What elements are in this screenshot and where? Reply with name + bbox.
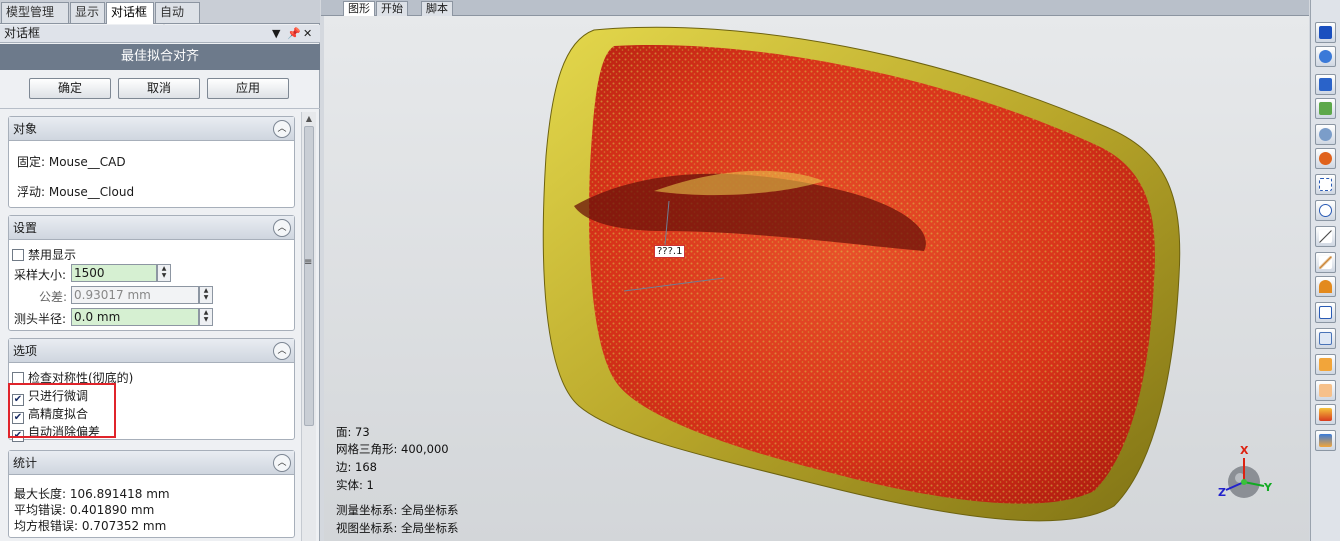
group-stats: 统计 ︿ 最大长度: 106.891418 mm 平均错误: 0.401890 … [8, 450, 295, 538]
arrow-icon[interactable] [1315, 354, 1336, 375]
mouse-model-render[interactable] [324, 16, 1309, 541]
scroll-thumb[interactable] [304, 126, 314, 426]
edges-count: 边: 168 [336, 460, 377, 474]
measure-icon[interactable] [1315, 226, 1336, 247]
divider [0, 108, 320, 109]
rotate-icon[interactable] [1315, 46, 1336, 67]
group-stats-title: 统计 [13, 456, 38, 470]
ok-button[interactable]: 确定 [29, 78, 111, 99]
pan-icon[interactable] [1315, 98, 1336, 119]
zoom-dynamic-icon[interactable] [1315, 148, 1336, 169]
disable-display-checkbox[interactable] [12, 249, 24, 261]
tolerance-stepper[interactable]: ▲ ▼ [199, 286, 213, 304]
group-settings: 设置 ︿ 禁用显示 采样大小: 1500 ▲ ▼ 公差: 0.93017 mm ▲… [8, 215, 295, 331]
faces-count: 面: 73 [336, 425, 370, 439]
tab-model-manager[interactable]: 模型管理器 [1, 2, 69, 38]
collapse-icon[interactable]: ︿ [273, 454, 291, 472]
collapse-icon[interactable]: ︿ [273, 342, 291, 360]
axis-triad[interactable]: X Y Z [1216, 444, 1276, 504]
probe-radius-stepper[interactable]: ▲ ▼ [199, 308, 213, 326]
viewport-tab-bar: 图形 开始 脚本 [321, 0, 1309, 16]
select-box-icon[interactable] [1315, 302, 1336, 323]
model-canvas[interactable]: ???.1 面: 73 网格三角形: 400,000 边: 168 实体: 1 … [324, 16, 1309, 541]
floating-object-text: 浮动: Mouse__Cloud [17, 185, 135, 199]
tab-display[interactable]: 显示 [70, 2, 105, 23]
grip-icon: ≡ [304, 257, 313, 268]
tab-script[interactable]: 脚本 [421, 1, 453, 16]
left-panel: 模型管理器 显示 对话框 自动化 对话框 ▼ 📌 ✕ 最佳拟合对齐 确定 取消 … [0, 0, 320, 541]
cube-color-icon[interactable] [1315, 404, 1336, 425]
group-object-header[interactable]: 对象 ︿ [9, 117, 294, 141]
group-options-title: 选项 [13, 344, 38, 358]
mesh-triangles-count: 网格三角形: 400,000 [336, 442, 449, 456]
solids-count: 实体: 1 [336, 478, 374, 492]
dialog-header-label: 对话框 [4, 26, 41, 40]
group-options-header[interactable]: 选项 ︿ [9, 339, 294, 363]
fixed-object-text: 固定: Mouse__CAD [17, 155, 126, 169]
direction-icon[interactable] [1315, 380, 1336, 401]
collapse-icon[interactable]: ︿ [273, 219, 291, 237]
arc-icon[interactable] [1315, 276, 1336, 297]
group-object: 对象 ︿ 固定: Mouse__CAD 浮动: Mouse__Cloud [8, 116, 295, 208]
disable-display-option[interactable]: 禁用显示 [12, 246, 297, 263]
graphics-viewport: 图形 开始 脚本 ???.1 面: 73 网格三角形: 400,000 边: 1… [321, 0, 1309, 541]
tab-graphics[interactable]: 图形 [343, 1, 375, 16]
right-toolbar [1310, 0, 1340, 541]
pin-icon[interactable]: 📌 [287, 25, 301, 42]
view-front-icon[interactable] [1315, 74, 1336, 95]
axis-x-label: X [1240, 444, 1249, 457]
view-cube-icon[interactable] [1315, 22, 1336, 43]
avg-error-text: 平均错误: 0.401890 mm [14, 503, 155, 517]
sample-size-stepper[interactable]: ▲ ▼ [157, 264, 171, 282]
tab-automation[interactable]: 自动化 [155, 2, 200, 38]
main-tab-bar: 模型管理器 显示 对话框 自动化 [0, 0, 320, 38]
color-map-icon[interactable] [1315, 430, 1336, 451]
group-stats-header[interactable]: 统计 ︿ [9, 451, 294, 475]
group-object-title: 对象 [13, 122, 38, 136]
axis-z-label: Z [1218, 486, 1226, 499]
scroll-up-icon[interactable]: ▲ [304, 114, 314, 124]
zoom-icon[interactable] [1315, 124, 1336, 145]
tool-icon[interactable] [1315, 252, 1336, 273]
panel-scrollbar[interactable]: ▲ ≡ [301, 112, 316, 541]
view-coordinate-system: 视图坐标系: 全局坐标系 [336, 521, 459, 535]
group-settings-header[interactable]: 设置 ︿ [9, 216, 294, 240]
zoom-fit-icon[interactable] [1315, 200, 1336, 221]
highlight-box [8, 383, 116, 438]
tab-start[interactable]: 开始 [376, 1, 408, 16]
max-length-text: 最大长度: 106.891418 mm [14, 487, 170, 501]
dialog-header: 对话框 ▼ 📌 ✕ [0, 25, 320, 43]
zoom-box-icon[interactable] [1315, 174, 1336, 195]
feature-annotation[interactable]: ???.1 [654, 245, 686, 258]
select-lasso-icon[interactable] [1315, 328, 1336, 349]
tolerance-input[interactable]: 0.93017 mm [71, 286, 199, 304]
cancel-button[interactable]: 取消 [118, 78, 200, 99]
sample-size-input[interactable]: 1500 [71, 264, 157, 282]
collapse-icon[interactable]: ︿ [273, 120, 291, 138]
apply-button[interactable]: 应用 [207, 78, 289, 99]
dialog-title: 最佳拟合对齐 [0, 44, 320, 70]
dropdown-icon[interactable]: ▼ [272, 25, 280, 42]
tab-dialog[interactable]: 对话框 [106, 2, 154, 24]
rms-error-text: 均方根错误: 0.707352 mm [14, 519, 167, 533]
axis-y-label: Y [1264, 481, 1272, 494]
close-icon[interactable]: ✕ [303, 25, 312, 42]
probe-radius-input[interactable]: 0.0 mm [71, 308, 199, 326]
measure-coordinate-system: 测量坐标系: 全局坐标系 [336, 503, 459, 517]
group-settings-title: 设置 [13, 221, 38, 235]
